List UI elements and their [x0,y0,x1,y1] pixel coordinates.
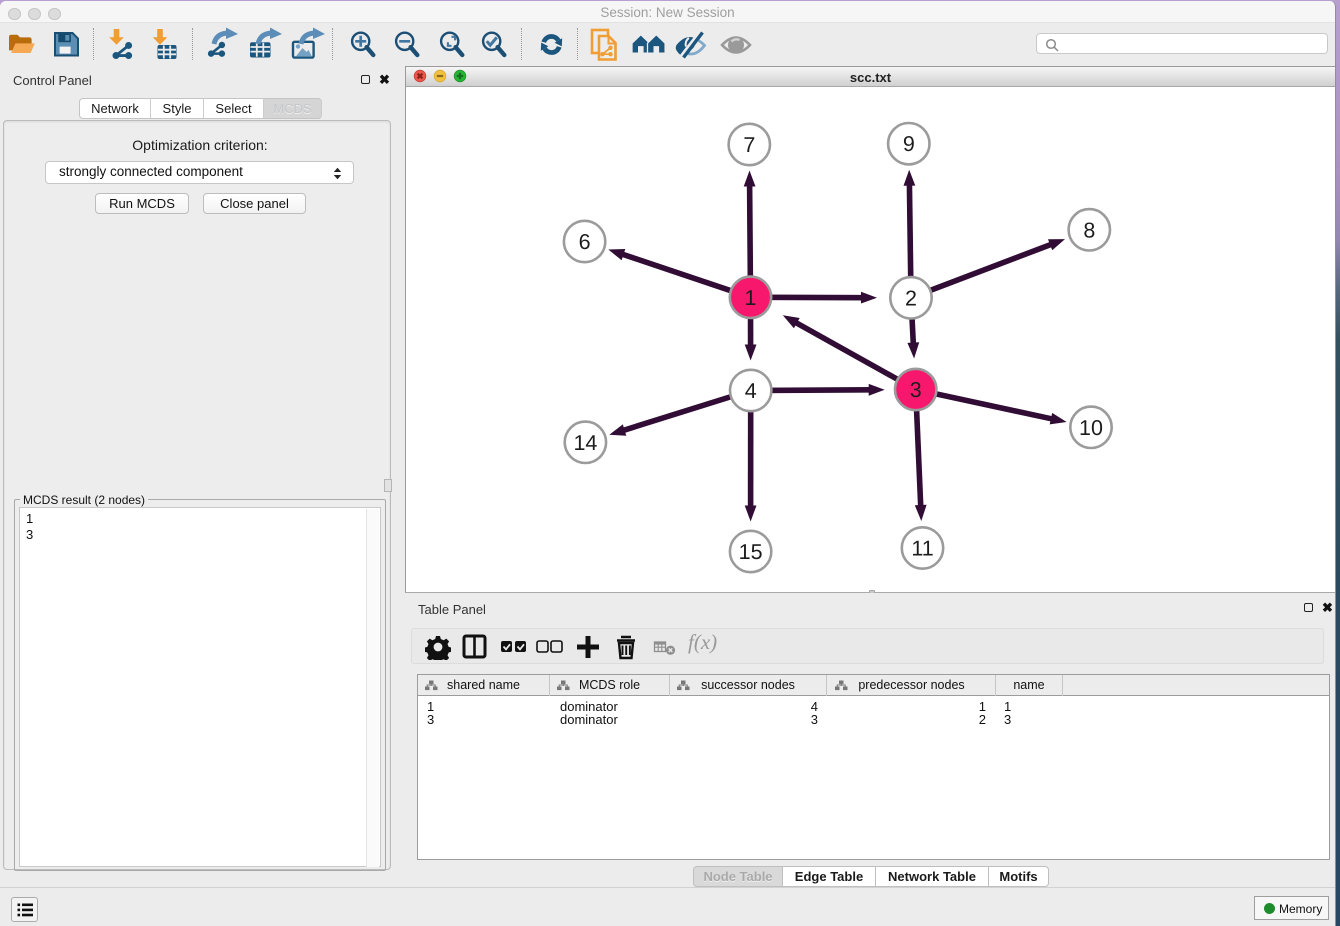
svg-text:8: 8 [1083,218,1095,242]
svg-text:9: 9 [903,132,915,156]
svg-text:7: 7 [743,133,755,157]
svg-text:11: 11 [911,537,933,561]
svg-text:6: 6 [579,230,591,254]
svg-text:2: 2 [905,286,917,310]
svg-text:4: 4 [745,379,757,403]
svg-text:14: 14 [573,431,597,455]
svg-text:15: 15 [739,540,763,564]
svg-text:1: 1 [745,286,757,310]
svg-text:10: 10 [1079,416,1103,440]
svg-text:3: 3 [910,378,922,402]
